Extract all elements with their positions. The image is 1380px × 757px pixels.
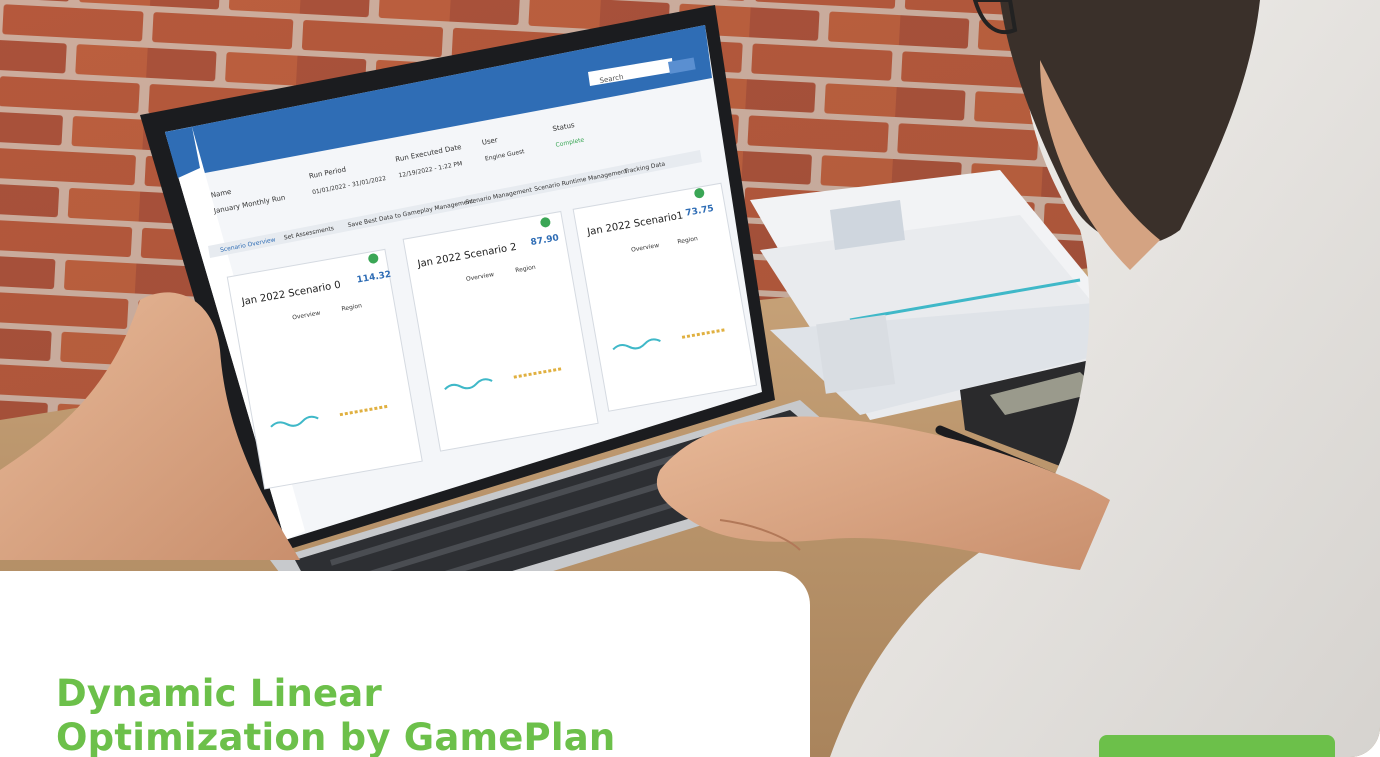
cta-button[interactable]	[1099, 735, 1335, 757]
headline-line-2: Optimization by GamePlan	[56, 716, 616, 757]
page-headline: Dynamic Linear Optimization by GamePlan	[56, 672, 776, 757]
headline-line-1: Dynamic Linear	[56, 672, 382, 715]
